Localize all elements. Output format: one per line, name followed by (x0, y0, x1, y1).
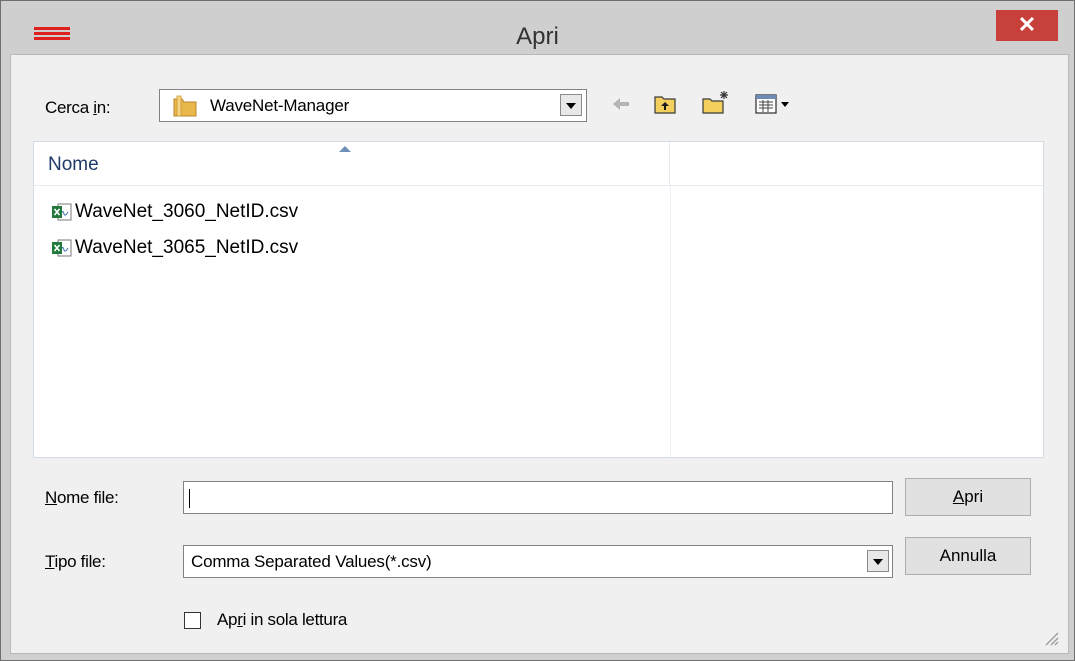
file-type-select[interactable]: Comma Separated Values(*.csv) (183, 545, 893, 578)
look-in-label: Cerca in: (45, 98, 111, 117)
column-header-nome[interactable]: Nome (34, 142, 670, 186)
sort-ascending-icon (339, 146, 351, 152)
folder-icon (173, 95, 197, 117)
excel-csv-icon (52, 203, 72, 221)
file-name-label: Nome file: (45, 488, 119, 507)
title-bar[interactable]: Apri ✕ (1, 1, 1074, 50)
excel-csv-icon (52, 239, 72, 257)
resize-grip-icon[interactable] (1041, 628, 1059, 646)
column-divider (670, 186, 671, 457)
open-dialog-window: Apri ✕ Cerca in: WaveNet-Manager Nome Wa… (0, 0, 1075, 661)
new-folder-icon[interactable] (701, 89, 731, 115)
file-name: WaveNet_3065_NetID.csv (75, 237, 299, 258)
close-button[interactable]: ✕ (996, 10, 1058, 41)
file-type-dropdown-button[interactable] (867, 550, 889, 572)
readonly-label[interactable]: Apri in sola lettura (217, 610, 347, 630)
look-in-combo[interactable]: WaveNet-Manager (159, 89, 587, 122)
file-row[interactable]: WaveNet_3065_NetID.csv (52, 237, 652, 261)
file-row[interactable]: WaveNet_3060_NetID.csv (52, 201, 652, 225)
open-button[interactable]: Apri (905, 478, 1031, 516)
file-list[interactable]: Nome WaveNet_3060_NetID.csv WaveNet_3065… (33, 141, 1044, 458)
file-type-label: Tipo file: (45, 552, 106, 571)
column-header-empty[interactable] (670, 142, 1043, 186)
look-in-dropdown-button[interactable] (560, 94, 582, 116)
file-type-value: Comma Separated Values(*.csv) (191, 552, 432, 571)
cancel-button[interactable]: Annulla (905, 537, 1031, 575)
file-name: WaveNet_3060_NetID.csv (75, 201, 299, 222)
up-folder-icon[interactable] (653, 93, 677, 115)
text-caret (189, 489, 190, 508)
back-arrow-icon[interactable] (611, 95, 631, 113)
view-menu-icon[interactable] (755, 94, 795, 116)
column-header-label: Nome (48, 154, 99, 175)
file-name-input[interactable] (183, 481, 893, 514)
look-in-value: WaveNet-Manager (210, 96, 350, 115)
window-title: Apri (516, 23, 559, 50)
readonly-checkbox[interactable] (184, 612, 201, 629)
